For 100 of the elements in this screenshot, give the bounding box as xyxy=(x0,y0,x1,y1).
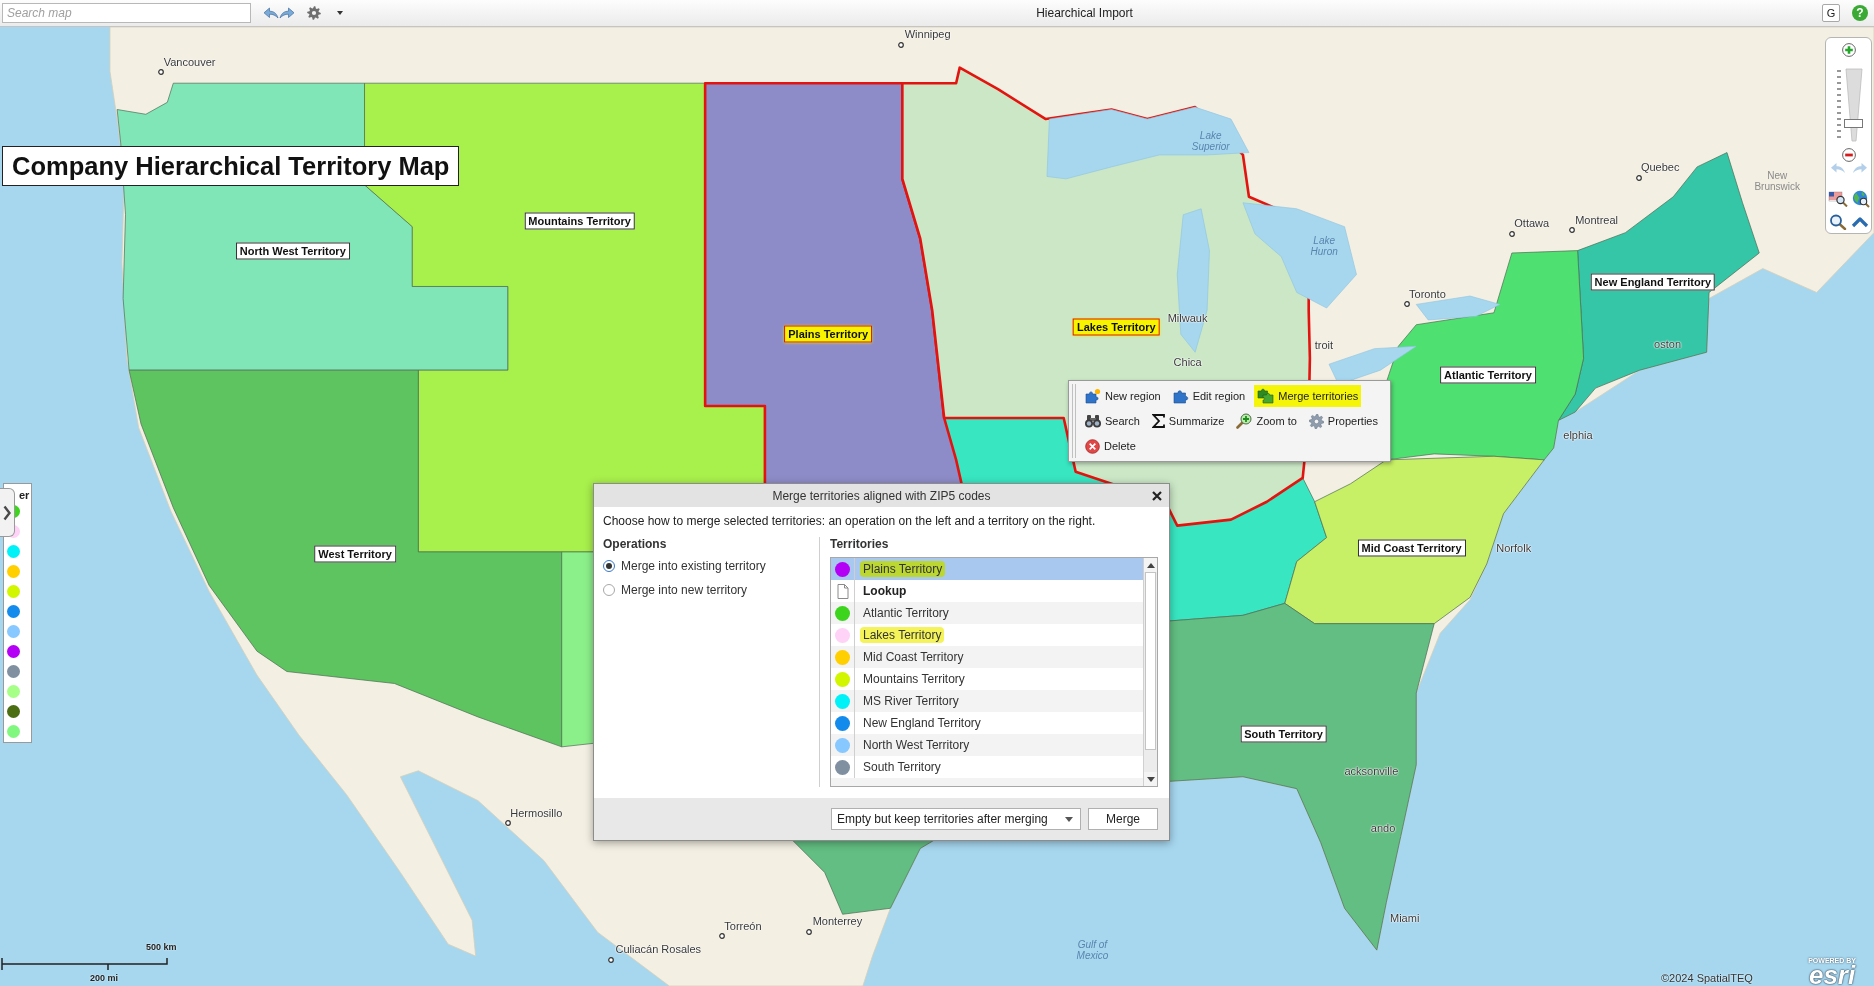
scrollbar-thumb[interactable] xyxy=(1145,572,1156,750)
caret-icon[interactable] xyxy=(337,11,343,15)
water-label: Lake Huron xyxy=(1309,234,1339,257)
puzzle-piece-icon xyxy=(1085,388,1101,404)
water-label: Lake Superior xyxy=(1190,129,1231,152)
scroll-up-button[interactable] xyxy=(1144,558,1157,572)
city-dot-icon xyxy=(1403,301,1410,308)
scale-label: 500 km xyxy=(146,942,177,953)
city-label: Toronto xyxy=(1409,287,1446,301)
city-dot-icon xyxy=(504,820,511,827)
merge-button[interactable]: Merge xyxy=(1088,808,1158,830)
city-dot-icon xyxy=(1508,230,1515,237)
city-dot-icon xyxy=(718,932,725,939)
binoculars-icon xyxy=(1085,414,1101,428)
chevron-icon xyxy=(3,504,11,521)
radio-button[interactable] xyxy=(603,584,615,596)
menu-item[interactable]: Edit region xyxy=(1169,385,1249,407)
territory-label[interactable]: Mountains Territory xyxy=(524,212,635,230)
attribution-text: ©2024 SpatialTEQ xyxy=(1661,972,1753,985)
city-dot-icon xyxy=(1568,227,1575,234)
map-title: Company Hierarchical Territory Map xyxy=(2,146,460,186)
scale-label: 200 mi xyxy=(90,973,119,984)
flag-magnifier-icon[interactable] xyxy=(1827,191,1848,207)
search-icon[interactable] xyxy=(1828,214,1847,230)
slider-thumb[interactable] xyxy=(1843,118,1863,128)
document-icon xyxy=(836,583,849,599)
city-label: Torreón xyxy=(724,919,762,933)
zoom-out-icon[interactable] xyxy=(1841,148,1856,162)
zoom-slider[interactable] xyxy=(1834,68,1863,142)
triangle-down-icon xyxy=(1146,776,1155,782)
menu-item[interactable]: Delete xyxy=(1082,435,1139,457)
territory-label[interactable]: Atlantic Territory xyxy=(1440,366,1536,384)
search-field[interactable]: Search map xyxy=(2,3,251,23)
city-label: acksonville xyxy=(1344,764,1399,778)
city-label: Vancouver xyxy=(163,55,216,69)
city-dot-icon xyxy=(158,69,165,76)
section-heading: Operations xyxy=(603,537,667,551)
close-icon[interactable] xyxy=(1152,490,1162,501)
instruction-text: Choose how to merge selected territories: an operation on the left and a territory on the right. xyxy=(603,514,1097,528)
territory-label[interactable]: North West Territory xyxy=(235,242,350,260)
city-label: elphia xyxy=(1563,428,1593,442)
zoom-in-icon xyxy=(1236,413,1253,429)
menu-item[interactable]: Properties xyxy=(1305,410,1381,432)
city-dot-icon xyxy=(607,956,614,963)
scroll-down-button[interactable] xyxy=(1144,772,1157,786)
territory-label[interactable]: Lakes Territory xyxy=(1072,318,1160,336)
city-label: Montreal xyxy=(1575,213,1618,226)
city-label: Miami xyxy=(1390,911,1420,925)
section-heading: Territories xyxy=(830,537,889,551)
city-label: Chica xyxy=(1173,355,1202,369)
territory-list-item[interactable]: Lookup xyxy=(831,580,1143,602)
radio-label[interactable]: Merge into existing territory xyxy=(621,559,766,573)
radio-button[interactable] xyxy=(603,560,615,572)
dialog-title: Merge territories aligned with ZIP5 codes xyxy=(772,488,991,503)
territory-label[interactable]: South Territory xyxy=(1240,725,1327,743)
window-title: Hiearchical Import xyxy=(1036,6,1133,20)
city-dot-icon xyxy=(1635,174,1642,181)
territory-label[interactable]: New England Territory xyxy=(1590,273,1716,291)
territory-list-item[interactable]: New England Territory xyxy=(831,712,1143,734)
territory-list-item[interactable]: Plains Territory xyxy=(831,558,1143,580)
puzzle-piece-icon xyxy=(1172,388,1189,404)
expand-tab-button[interactable] xyxy=(0,488,15,537)
city-label: Monterrey xyxy=(812,914,863,928)
water-label: Gulf of Mexico xyxy=(1075,939,1110,962)
menu-item[interactable]: Summarize xyxy=(1148,410,1228,432)
toolbar-button[interactable]: G xyxy=(1822,4,1840,22)
city-label: Milwauk xyxy=(1167,311,1208,325)
sigma-icon xyxy=(1151,414,1165,428)
city-label: Norfolk xyxy=(1496,541,1532,555)
dropdown[interactable]: Empty but keep territories after merging xyxy=(831,808,1081,830)
city-label: Hermosillo xyxy=(510,806,563,820)
radio-label[interactable]: Merge into new territory xyxy=(621,583,748,597)
city-label: Winnipeg xyxy=(904,27,951,41)
curved-arrow-icon[interactable] xyxy=(279,7,295,19)
globe-magnifier-icon[interactable] xyxy=(1851,190,1870,208)
territory-list-item[interactable]: Mountains Territory xyxy=(831,668,1143,690)
chevron-up-icon[interactable] xyxy=(1850,214,1869,230)
delete-icon xyxy=(1085,438,1100,454)
zoom-in-icon[interactable] xyxy=(1841,43,1856,57)
territory-label[interactable]: Plains Territory xyxy=(784,325,873,343)
territory-list-item[interactable]: South Territory xyxy=(831,756,1143,778)
territory-label[interactable]: Mid Coast Territory xyxy=(1357,539,1466,557)
city-label: Quebec xyxy=(1640,160,1680,174)
territory-list-item[interactable]: Lakes Territory xyxy=(831,624,1143,646)
city-dot-icon xyxy=(806,929,813,936)
territory-label[interactable]: West Territory xyxy=(314,545,396,563)
settings-icon[interactable] xyxy=(307,6,321,20)
logo-wordmark: esri xyxy=(1808,965,1856,986)
gear-icon xyxy=(1308,413,1324,429)
city-label: ando xyxy=(1370,821,1396,835)
city-label: oston xyxy=(1654,337,1681,351)
caret-icon xyxy=(1065,816,1073,822)
menu-item[interactable]: Zoom to xyxy=(1233,410,1300,432)
triangle-up-icon xyxy=(1146,562,1155,568)
city-dot-icon xyxy=(898,41,905,48)
city-label: Culiacán Rosales xyxy=(615,942,702,956)
menu-item[interactable]: Search xyxy=(1082,410,1143,432)
menu-item[interactable]: Merge territories xyxy=(1254,385,1362,407)
menu-item[interactable]: New region xyxy=(1082,385,1164,407)
curved-arrow-icon[interactable] xyxy=(263,7,279,19)
